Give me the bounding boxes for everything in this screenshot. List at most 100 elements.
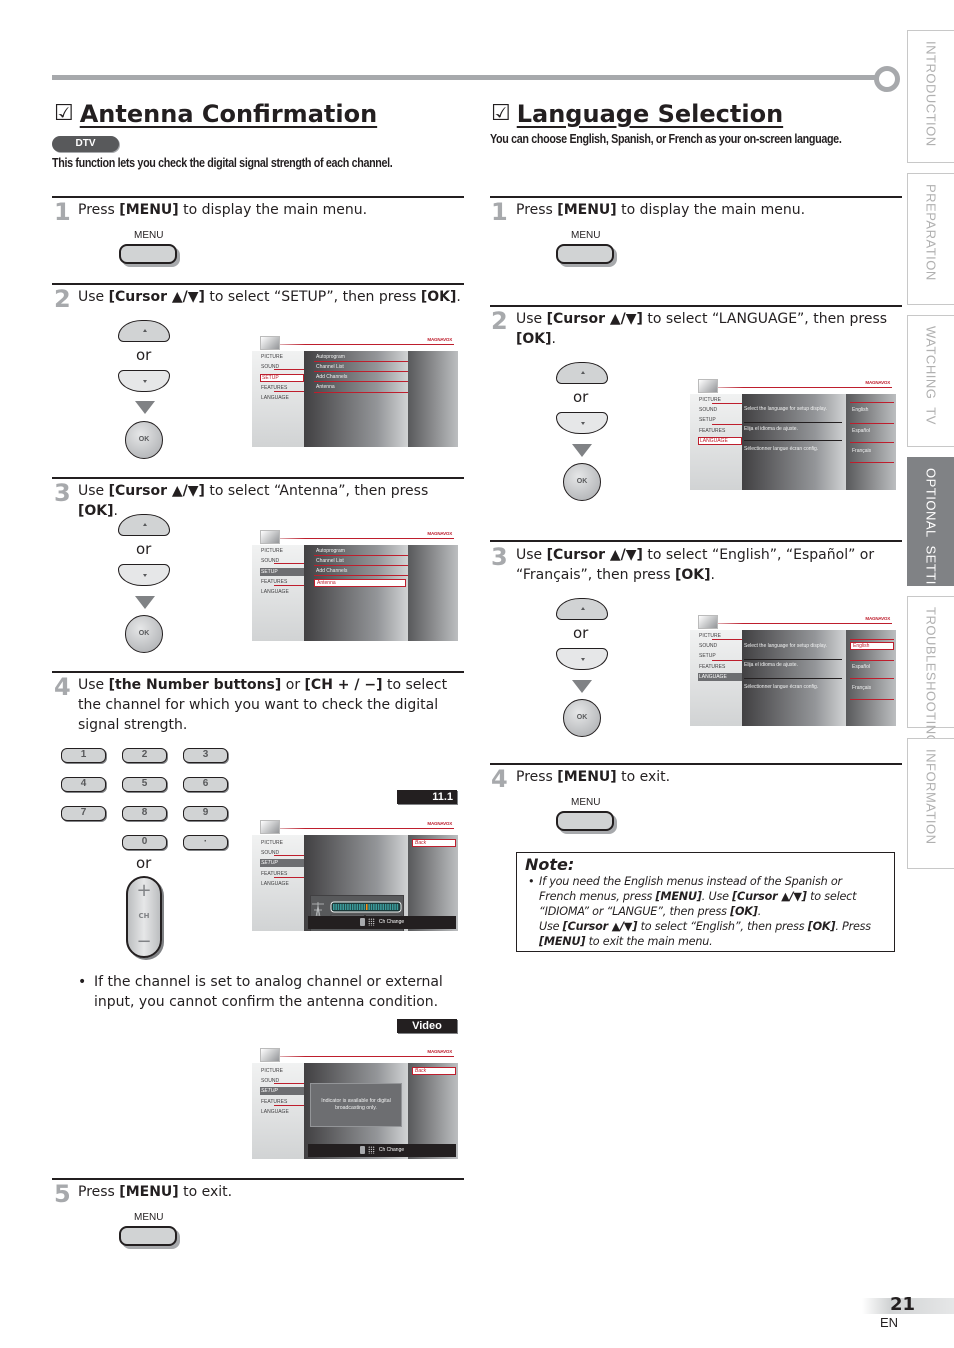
- step-number: 5: [54, 1180, 71, 1208]
- tv-submenu-item: Add Channels: [316, 568, 348, 574]
- down-arrow-icon: [135, 401, 155, 414]
- analog-warning-line-2: broadcasting only.: [335, 1105, 377, 1111]
- side-tab-watching-tv[interactable]: WATCHING TV: [907, 315, 954, 447]
- menu-button-label: MENU: [134, 1212, 164, 1223]
- note-line: Use [Cursor ▲/▼] to select “English”, th…: [539, 920, 871, 933]
- tv-submenu-item: Antenna: [316, 384, 335, 390]
- step-divider: [52, 196, 464, 198]
- ch-label: CH: [138, 912, 150, 920]
- tv-back-option: Back: [412, 839, 456, 847]
- language-step-2-text: Use [Cursor ▲/▼] to select “LANGUAGE”, t…: [516, 311, 888, 347]
- brand-logo: MAGNAVOX: [427, 337, 452, 342]
- side-tab-label: TROUBLESHOOTING: [923, 607, 939, 746]
- analog-warning-line-1: Indicator is available for digital: [321, 1098, 391, 1104]
- ch-plus-icon: +: [136, 880, 152, 901]
- signal-segment: [366, 904, 368, 910]
- cursor-down-button-icon: [118, 370, 170, 392]
- number-key-3: 3: [183, 748, 228, 763]
- tv-menu-item-selected: SETUP: [260, 374, 304, 382]
- page-language: EN: [880, 1315, 899, 1330]
- tv-menu-item-highlighted: LANGUAGE: [698, 673, 742, 681]
- ok-button-icon: OK: [125, 615, 163, 653]
- ch-change-label: Ch Change: [378, 919, 405, 925]
- number-key-1: 1: [61, 748, 106, 763]
- tv-icon: [698, 615, 718, 629]
- tv-icon: [260, 530, 280, 544]
- number-key-9: 9: [183, 806, 228, 821]
- signal-segment: [396, 904, 399, 910]
- or-label: or: [136, 854, 152, 872]
- tv-menu-item: LANGUAGE: [261, 589, 289, 595]
- language-step-4-text: Press [MENU] to exit.: [516, 769, 671, 785]
- note-body: • If you need the English menus instead …: [525, 874, 886, 949]
- signal-segment: [361, 904, 363, 910]
- tv-screen-signal-strength: MAGNAVOX PICTURE SOUND SETUP FEATURES LA…: [252, 817, 458, 931]
- brand-logo: MAGNAVOX: [427, 821, 452, 826]
- step-number: 1: [54, 198, 71, 226]
- step-number: 2: [491, 307, 508, 335]
- tv-menu-item: LANGUAGE: [261, 1109, 289, 1115]
- side-tab-troubleshooting[interactable]: TROUBLESHOOTING: [907, 596, 954, 746]
- note-line: French menus, press [MENU]. Use [Cursor …: [539, 890, 857, 903]
- note-line: If you need the English menus instead of…: [539, 875, 842, 888]
- tv-back-option: Back: [412, 1067, 456, 1075]
- checkbox-icon: ☑: [491, 101, 511, 126]
- tv-menu-item: PICTURE: [261, 1068, 283, 1074]
- brand-logo: MAGNAVOX: [427, 531, 452, 536]
- signal-segment: [335, 904, 337, 910]
- step-number: 4: [491, 765, 508, 793]
- tv-icon: [698, 379, 718, 393]
- side-tab-information[interactable]: INFORMATION: [907, 738, 954, 869]
- tv-language-description: Elija el idioma de ajuste.: [744, 426, 798, 432]
- language-description: You can choose English, Spanish, or Fren…: [490, 132, 842, 146]
- bullet-dot: •: [528, 875, 535, 888]
- cursor-up-button-icon: [556, 598, 608, 620]
- number-key-0: 0: [122, 835, 167, 850]
- tv-menu-item-selected: LANGUAGE: [698, 437, 742, 445]
- tv-submenu-item: Add Channels: [316, 374, 348, 380]
- tv-language-option: Français: [852, 448, 872, 454]
- tv-menu-item: FEATURES: [699, 664, 726, 670]
- tv-language-option: Español: [852, 664, 871, 670]
- signal-segment: [344, 904, 347, 910]
- signal-segment: [351, 904, 354, 910]
- tv-screen-setup-menu: MAGNAVOX PICTURE SOUND SETUP FEATURES LA…: [252, 333, 458, 447]
- tv-screen-language-menu: MAGNAVOX PICTURE SOUND SETUP FEATURES LA…: [690, 376, 896, 490]
- tv-submenu-item: Channel List: [316, 364, 344, 370]
- note-box: Note: • If you need the English menus in…: [516, 852, 895, 952]
- or-label: or: [136, 540, 152, 558]
- tv-screen-language-options: MAGNAVOX PICTURE SOUND SETUP FEATURES LA…: [690, 612, 896, 726]
- language-section-title: ☑ Language Selection: [491, 100, 783, 128]
- menu-button-icon: [119, 244, 177, 264]
- side-tab-preparation[interactable]: PREPARATION: [907, 173, 954, 305]
- tv-screen-antenna-select: MAGNAVOX PICTURE SOUND SETUP FEATURES LA…: [252, 527, 458, 641]
- tv-menu-item-highlighted: SETUP: [260, 1087, 304, 1095]
- cursor-up-button-icon: [556, 362, 608, 384]
- step-number: 4: [54, 673, 71, 701]
- tv-menu-item: LANGUAGE: [261, 881, 289, 887]
- signal-segment: [384, 904, 387, 910]
- tv-language-option: Español: [852, 428, 871, 434]
- keypad-icon: [367, 917, 375, 926]
- top-rule: [52, 75, 882, 80]
- tv-menu-item: SETUP: [699, 417, 716, 423]
- antenna-step-5-text: Press [MENU] to exit.: [78, 1184, 233, 1200]
- ch-change-bar: Ch Change: [308, 1144, 456, 1157]
- page-number: 21: [890, 1294, 916, 1315]
- side-tab-introduction[interactable]: INTRODUCTION: [907, 30, 954, 163]
- remote-icon: [359, 917, 365, 926]
- signal-segment: [356, 904, 359, 910]
- side-tab-optional-setting[interactable]: OPTIONAL SETTING: [907, 457, 954, 605]
- signal-segment: [347, 904, 349, 910]
- tv-menu-item-highlighted: SETUP: [260, 568, 304, 576]
- or-label: or: [573, 388, 589, 406]
- ch-minus-icon: −: [136, 931, 152, 952]
- remote-icon: [359, 1145, 365, 1154]
- brand-logo: MAGNAVOX: [865, 380, 890, 385]
- number-key-7: 7: [61, 806, 106, 821]
- note-title: Note:: [525, 855, 575, 874]
- tv-language-description: Sélectionner langue écran config.: [744, 684, 819, 690]
- ok-button-icon: OK: [563, 699, 601, 737]
- antenna-description: This function lets you check the digital…: [52, 156, 393, 170]
- tv-submenu-item-selected: Antenna: [314, 579, 406, 587]
